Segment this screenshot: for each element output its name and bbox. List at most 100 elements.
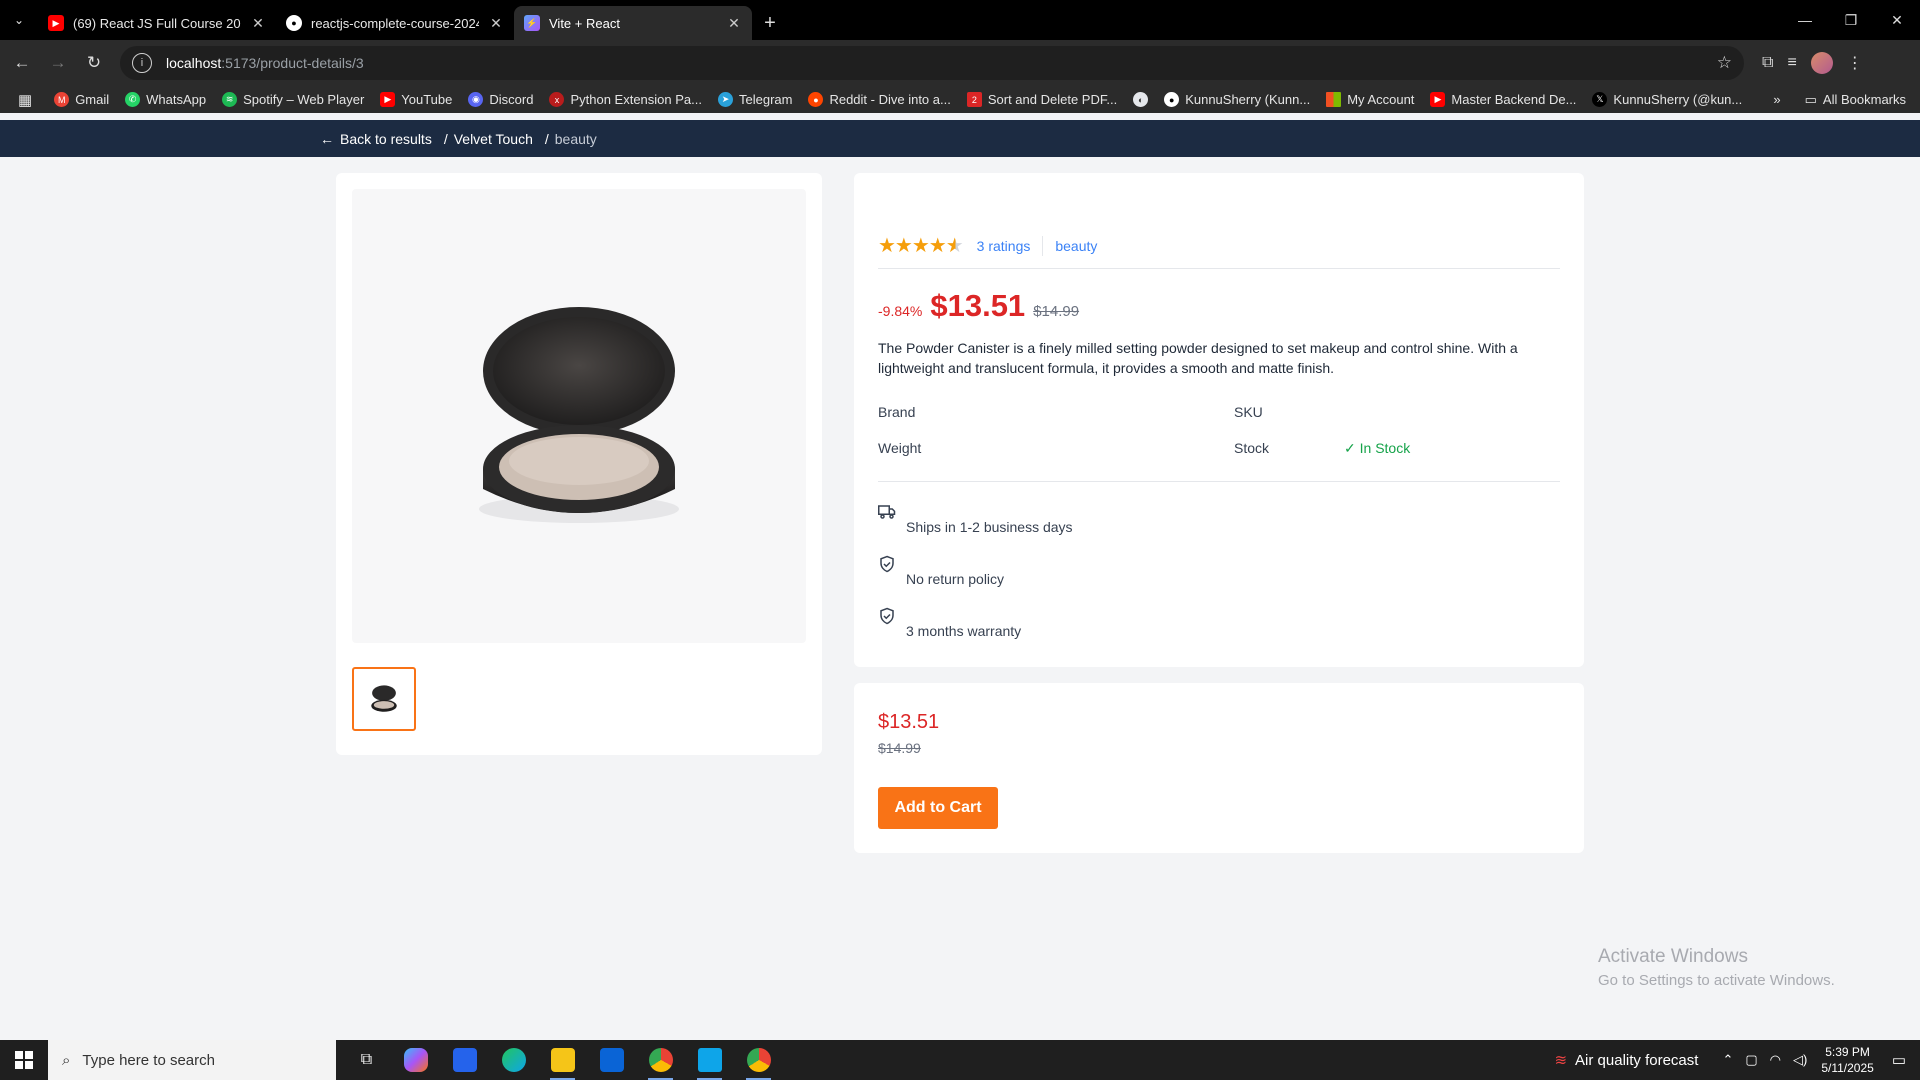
- bookmark-reddit[interactable]: ● Reddit - Dive into a...: [808, 92, 951, 107]
- minimize-icon[interactable]: —: [1782, 0, 1828, 40]
- bookmark-label: Spotify – Web Player: [243, 92, 365, 107]
- reload-icon[interactable]: ↻: [76, 45, 112, 81]
- sku-label: SKU: [1234, 404, 1263, 420]
- edge-icon[interactable]: [489, 1040, 538, 1080]
- new-tab-button[interactable]: +: [752, 6, 788, 40]
- bookmark-label: YouTube: [401, 92, 453, 107]
- discount-percent: -9.84%: [878, 303, 923, 319]
- youtube-icon: ▶: [1430, 92, 1446, 107]
- ratings-count-link[interactable]: 3 ratings: [977, 238, 1031, 254]
- breadcrumb-brand[interactable]: Velvet Touch: [454, 131, 533, 147]
- close-icon[interactable]: ✕: [488, 15, 504, 32]
- github-icon: ●: [286, 15, 302, 31]
- taskbar-search[interactable]: ⌕ Type here to search: [48, 1040, 336, 1080]
- youtube-icon: ▶: [380, 92, 396, 107]
- weight-label: Weight: [878, 440, 922, 456]
- bookmark-label: Discord: [489, 92, 534, 107]
- bookmark-label: WhatsApp: [146, 92, 207, 107]
- browser-tab-active[interactable]: ⚡ Vite + React ✕: [514, 6, 752, 40]
- whatsapp-icon: ✆: [125, 92, 141, 107]
- store-icon[interactable]: [440, 1040, 489, 1080]
- bookmark-label: Reddit - Dive into a...: [829, 92, 951, 107]
- meet-now-icon[interactable]: ▢: [1745, 1052, 1757, 1068]
- all-bookmarks-button[interactable]: ▭ All Bookmarks: [1805, 92, 1906, 108]
- bookmark-label: Sort and Delete PDF...: [987, 92, 1118, 107]
- vscode-icon[interactable]: [685, 1040, 734, 1080]
- folder-icon: ▭: [1804, 91, 1817, 107]
- back-label: Back to results: [340, 130, 432, 147]
- product-gallery: [336, 173, 822, 755]
- chevron-up-icon[interactable]: ⌃: [1722, 1052, 1733, 1068]
- file-explorer-icon[interactable]: [538, 1040, 587, 1080]
- address-bar[interactable]: i localhost :5173/product-details/3 ☆: [120, 46, 1744, 80]
- browser-tab[interactable]: ▶ (69) React JS Full Course 2024 | ✕: [38, 6, 276, 40]
- site-info-icon[interactable]: i: [132, 53, 152, 73]
- reddit-icon: ●: [808, 92, 824, 107]
- clock[interactable]: 5:39 PM 5/11/2025: [1821, 1044, 1874, 1076]
- discord-icon: ◉: [468, 92, 484, 107]
- bookmark-discord[interactable]: ◉ Discord: [468, 92, 533, 107]
- bookmark-telegram[interactable]: ➤ Telegram: [717, 92, 792, 107]
- volume-icon[interactable]: ◁): [1793, 1052, 1807, 1068]
- perk-warranty: 3 months warranty: [878, 607, 1178, 647]
- bookmark-label: KunnuSherry (@kun...: [1613, 92, 1743, 107]
- apps-grid-icon[interactable]: ▦: [18, 91, 32, 109]
- tab-title: (69) React JS Full Course 2024 |: [73, 15, 241, 31]
- outlook-icon[interactable]: [587, 1040, 636, 1080]
- close-icon[interactable]: ✕: [726, 15, 742, 32]
- globe-icon: ◐: [1133, 92, 1149, 107]
- restore-icon[interactable]: ❐: [1828, 0, 1874, 40]
- bookmark-x[interactable]: 𝕏 KunnuSherry (@kun...: [1592, 92, 1742, 107]
- bookmark-gmail[interactable]: M Gmail: [54, 92, 109, 107]
- clock-time: 5:39 PM: [1825, 1045, 1870, 1059]
- divider: [1042, 235, 1044, 256]
- stock-status: ✓ In Stock: [1344, 440, 1410, 457]
- extensions-icon[interactable]: ⧉: [1762, 54, 1773, 72]
- bookmark-my-account[interactable]: My Account: [1326, 92, 1414, 107]
- windows-logo-icon: [15, 1051, 33, 1069]
- buybox-original-price: $14.99: [878, 740, 921, 756]
- bookmark-github[interactable]: ● KunnuSherry (Kunn...: [1164, 92, 1310, 107]
- chrome-icon[interactable]: [636, 1040, 685, 1080]
- bookmark-spotify[interactable]: ≋ Spotify – Web Player: [222, 92, 364, 107]
- bookmark-whatsapp[interactable]: ✆ WhatsApp: [125, 92, 206, 107]
- bookmark-pdf[interactable]: 2 Sort and Delete PDF...: [966, 92, 1118, 107]
- back-to-results-link[interactable]: ← Back to results: [320, 131, 432, 147]
- notifications-icon[interactable]: ▭: [1892, 1051, 1906, 1069]
- breadcrumb-separator: /: [443, 130, 448, 147]
- bookmark-label: KunnuSherry (Kunn...: [1185, 92, 1311, 107]
- category-link[interactable]: beauty: [1055, 238, 1097, 254]
- bookmark-globe[interactable]: ◐: [1133, 92, 1149, 107]
- bookmark-master-backend[interactable]: ▶ Master Backend De...: [1430, 92, 1576, 107]
- product-thumbnail[interactable]: [352, 667, 416, 731]
- menu-kebab-icon[interactable]: ⋮: [1847, 53, 1863, 73]
- add-to-cart-button[interactable]: Add to Cart: [878, 787, 998, 829]
- browser-tab[interactable]: ● reactjs-complete-course-2024/ ✕: [276, 6, 514, 40]
- close-window-icon[interactable]: ✕: [1874, 0, 1920, 40]
- bookmark-python[interactable]: x Python Extension Pa...: [549, 92, 702, 107]
- network-icon[interactable]: ◠: [1770, 1052, 1781, 1068]
- start-button[interactable]: [0, 1040, 48, 1080]
- product-main-image: [352, 189, 806, 643]
- forward-arrow-icon[interactable]: →: [40, 45, 76, 81]
- bookmark-star-icon[interactable]: ☆: [1717, 53, 1732, 73]
- x-icon: 𝕏: [1592, 92, 1608, 107]
- bookmark-label: Python Extension Pa...: [570, 92, 702, 107]
- close-icon[interactable]: ✕: [250, 15, 266, 32]
- media-controls-icon[interactable]: ≡: [1787, 54, 1796, 72]
- weather-widget[interactable]: ≋ Air quality forecast: [1554, 1051, 1699, 1070]
- weather-text: Air quality forecast: [1575, 1051, 1699, 1069]
- microsoft-icon: [1326, 92, 1342, 107]
- browser-toolbar: ← → ↻ i localhost :5173/product-details/…: [0, 40, 1920, 86]
- bookmark-youtube[interactable]: ▶ YouTube: [380, 92, 452, 107]
- back-arrow-icon[interactable]: ←: [4, 45, 40, 81]
- profile-avatar[interactable]: [1810, 52, 1833, 74]
- chrome-profile-icon[interactable]: [734, 1040, 783, 1080]
- more-bookmarks-chevron-icon[interactable]: »: [1773, 92, 1780, 107]
- perk-text: 3 months warranty: [906, 623, 1022, 639]
- copilot-icon[interactable]: [391, 1040, 440, 1080]
- task-view-icon[interactable]: ⧉: [342, 1040, 391, 1080]
- tab-search-chevron-icon[interactable]: ⌄: [0, 0, 38, 40]
- bookmark-label: Master Backend De...: [1451, 92, 1577, 107]
- check-icon: ✓: [1344, 440, 1356, 456]
